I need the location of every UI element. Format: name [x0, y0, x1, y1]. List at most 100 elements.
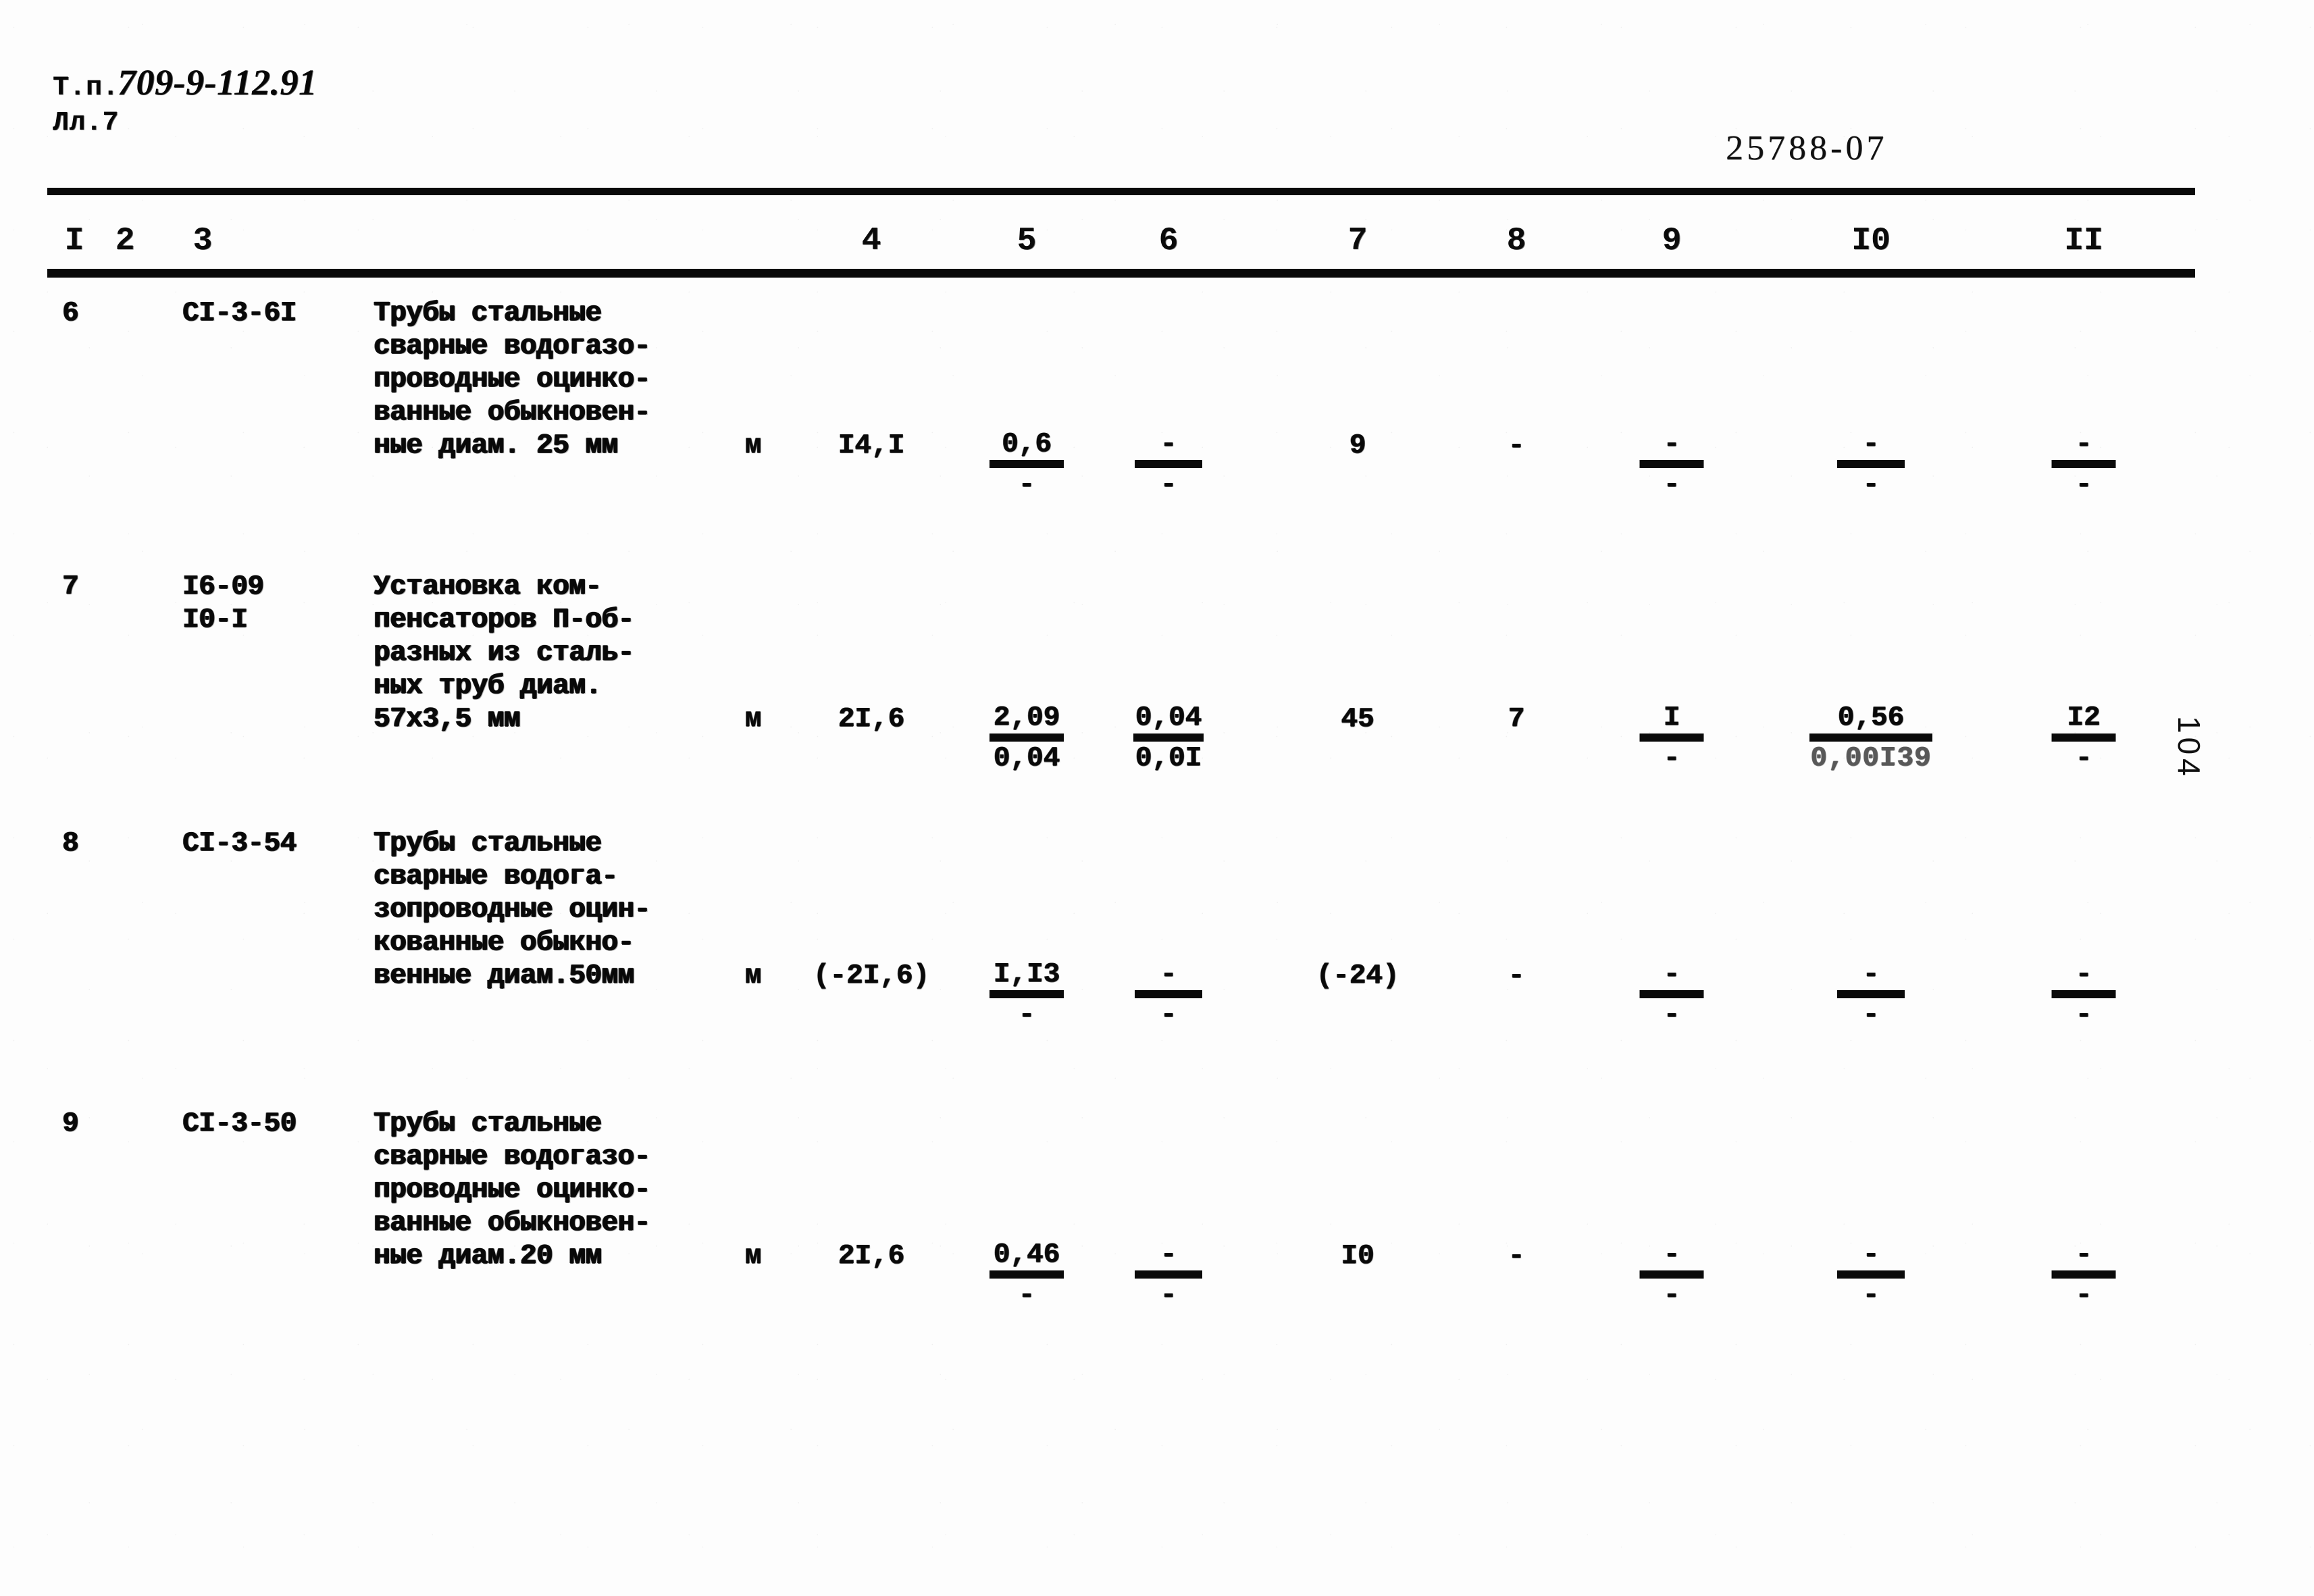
col10-fraction-rule — [1837, 460, 1905, 468]
col11-fraction-rule — [2051, 460, 2116, 468]
col6-fraction-numerator: 0,04 — [1135, 702, 1202, 733]
col10-fraction-rule — [1809, 733, 1932, 742]
col10-fraction-denominator: - — [1862, 469, 1880, 500]
col10-fraction-denominator: 0,00I39 — [1810, 743, 1932, 774]
col11-fraction-denominator: - — [2075, 743, 2092, 774]
item-description-line: сварные водогазо- — [374, 331, 650, 362]
col8-value: 7 — [1508, 704, 1525, 735]
item-description: Трубы стальные сварные водогазо-проводные… — [374, 297, 752, 463]
col10-fraction-denominator: - — [1862, 1000, 1880, 1031]
item-code: CI-3-6I — [182, 297, 297, 330]
column-number-5: 5 — [1017, 223, 1037, 259]
col6-fraction: -- — [1135, 1240, 1202, 1310]
item-description-line: пенсаторов П-об- — [374, 604, 634, 636]
item-description-line: ные диам.20 мм — [374, 1241, 602, 1272]
item-description-line: ванные обыкновен- — [374, 1208, 650, 1239]
col5-fraction-denominator: - — [1018, 469, 1035, 500]
col10-fraction: -- — [1837, 430, 1905, 500]
col7-value: 9 — [1349, 430, 1366, 461]
item-description-line: проводные оцинко- — [374, 1175, 650, 1206]
item-description-line: кованные обыкно- — [374, 927, 634, 958]
col9-fraction: -- — [1639, 1239, 1704, 1310]
item-code-line: CI-3-54 — [182, 828, 297, 859]
col6-fraction-numerator: - — [1160, 1239, 1177, 1270]
col7-value: I0 — [1341, 1241, 1374, 1272]
item-description-line: зопроводные оцин- — [374, 894, 650, 925]
col10-fraction: -- — [1837, 960, 1905, 1030]
col11-fraction-numerator: - — [2075, 1239, 2092, 1270]
col6-fraction: -- — [1135, 430, 1202, 500]
item-description-line: 57х3,5 мм — [374, 704, 520, 735]
col9-fraction-rule — [1639, 733, 1704, 742]
col5-fraction-denominator: - — [1018, 1280, 1035, 1311]
column-number-header-row: I 2 3 4 5 6 7 8 9 I0 II — [0, 223, 2314, 266]
col5-fraction-numerator: I,I3 — [993, 959, 1060, 990]
col5-fraction-rule — [989, 733, 1064, 742]
col9-fraction-numerator: - — [1663, 429, 1680, 460]
scanned-document-page: Т.п.709-9-112.91 Лл.7 25788-07 I23456789… — [0, 0, 2314, 1596]
row-number: 7 — [62, 571, 79, 602]
col11-fraction-numerator: - — [2075, 959, 2092, 990]
item-description-line: разных из сталь- — [374, 638, 634, 669]
col7-value: 45 — [1341, 704, 1374, 735]
column-number-1: I — [64, 223, 84, 259]
unit-of-measure: м — [744, 960, 762, 992]
column-number-8: 8 — [1506, 223, 1526, 259]
column-number-9: 9 — [1662, 223, 1682, 259]
quantity-value: 2I,6 — [838, 704, 905, 735]
col5-fraction-denominator: 0,04 — [993, 743, 1060, 774]
item-code-line: I0-I — [182, 604, 248, 636]
doc-label-line2: Лл.7 — [53, 108, 120, 138]
col6-fraction-rule — [1135, 990, 1202, 998]
col5-fraction-rule — [989, 1270, 1064, 1279]
col5-fraction-rule — [989, 460, 1064, 468]
row-number: 6 — [62, 298, 79, 329]
item-code-line: CI-3-6I — [182, 298, 297, 329]
col9-fraction-numerator: - — [1663, 1239, 1680, 1270]
column-number-6: 6 — [1158, 223, 1179, 259]
col10-fraction-denominator: - — [1862, 1280, 1880, 1311]
quantity-value: (-2I,6) — [813, 960, 930, 992]
col11-fraction-denominator: - — [2075, 1000, 2092, 1031]
col5-fraction-numerator: 2,09 — [993, 702, 1060, 733]
item-description: Трубы стальные сварные водога-зопроводные… — [374, 827, 752, 993]
col5-fraction: 0,6 - — [989, 430, 1064, 500]
col10-fraction-rule — [1837, 990, 1905, 998]
col8-value: - — [1508, 960, 1525, 992]
col6-fraction-rule — [1133, 733, 1204, 742]
table-header-rule — [47, 269, 2195, 278]
column-number-10: I0 — [1851, 223, 1891, 259]
col9-fraction-denominator: - — [1663, 469, 1680, 500]
col10-fraction-numerator: - — [1862, 959, 1880, 990]
unit-of-measure: м — [744, 1241, 762, 1272]
col10-fraction-rule — [1837, 1270, 1905, 1279]
item-description: Установка ком-пенсаторов П-об-разных из … — [374, 571, 752, 736]
col11-fraction: -- — [2051, 1239, 2116, 1311]
item-description-line: сварные водога- — [374, 861, 618, 892]
col11-fraction-denominator: - — [2075, 1280, 2092, 1311]
item-code: CI-3-54 — [182, 827, 297, 860]
col9-fraction-rule — [1639, 990, 1704, 998]
col10-fraction: 0,56 0,00I39 — [1809, 703, 1932, 773]
row-number: 9 — [62, 1108, 79, 1139]
col9-fraction-numerator: I — [1663, 702, 1680, 733]
item-description-line: сварные водогазо- — [374, 1141, 650, 1173]
row-number: 8 — [62, 828, 79, 859]
col5-fraction: 0,46 - — [989, 1240, 1064, 1310]
col5-fraction-numerator: 0,6 — [1002, 429, 1052, 460]
col9-fraction-denominator: - — [1663, 743, 1680, 774]
col6-fraction-numerator: - — [1160, 429, 1177, 460]
col11-fraction-numerator: I2 — [2067, 702, 2101, 733]
item-code: CI-3-50 — [182, 1108, 297, 1141]
col6-fraction: -- — [1135, 960, 1202, 1030]
col11-fraction: -- — [2051, 959, 2116, 1031]
col9-fraction: I- — [1639, 702, 1704, 774]
page-folio-number: 104 — [2171, 716, 2207, 780]
col7-value: (-24) — [1316, 960, 1399, 992]
col6-fraction-numerator: - — [1160, 959, 1177, 990]
col8-value: - — [1508, 1241, 1525, 1272]
item-description-line: ванные обыкновен- — [374, 397, 650, 428]
col11-fraction-rule — [2051, 990, 2116, 998]
unit-of-measure: м — [744, 704, 762, 735]
col5-fraction: I,I3 - — [989, 960, 1064, 1030]
